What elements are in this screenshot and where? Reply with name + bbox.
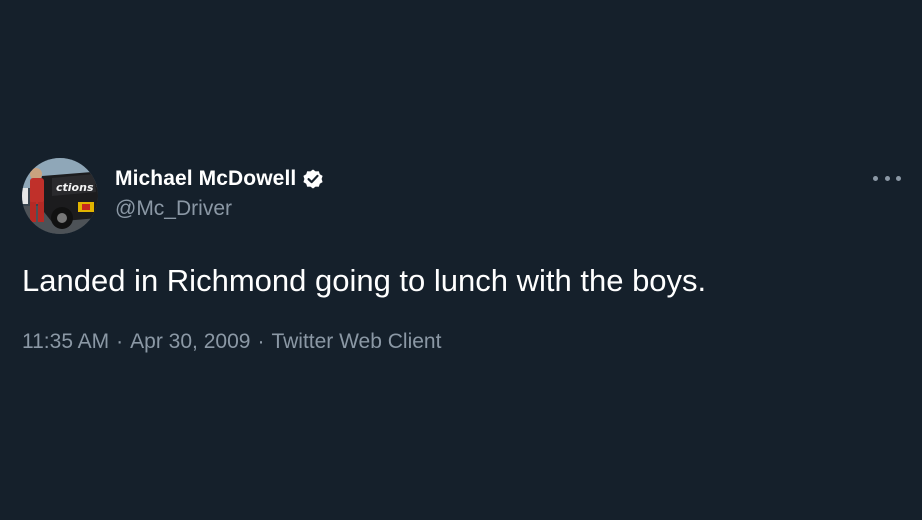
more-dot [873,175,878,181]
verified-badge-icon [301,167,325,191]
tweet-date[interactable]: Apr 30, 2009 [130,330,250,354]
tweet-source[interactable]: Twitter Web Client [271,330,441,354]
meta-separator: · [116,330,124,353]
tweet-card: ctions Michael McDowell @Mc_Driver Lande… [0,0,922,520]
user-handle[interactable]: @Mc_Driver [115,197,232,221]
avatar-photo: ctions [22,158,98,234]
more-dot [896,175,901,181]
more-dots-icon[interactable] [873,168,901,188]
tweet-meta: 11:35 AM · Apr 30, 2009 · Twitter Web Cl… [22,330,441,354]
avatar[interactable]: ctions [22,158,98,234]
meta-separator: · [257,330,265,353]
display-name[interactable]: Michael McDowell [115,167,296,191]
tweet-text: Landed in Richmond going to lunch with t… [22,263,707,298]
tweet-time[interactable]: 11:35 AM [22,330,109,354]
author-name-row[interactable]: Michael McDowell [115,165,325,193]
svg-text:ctions: ctions [56,181,94,194]
more-dot [884,175,890,181]
